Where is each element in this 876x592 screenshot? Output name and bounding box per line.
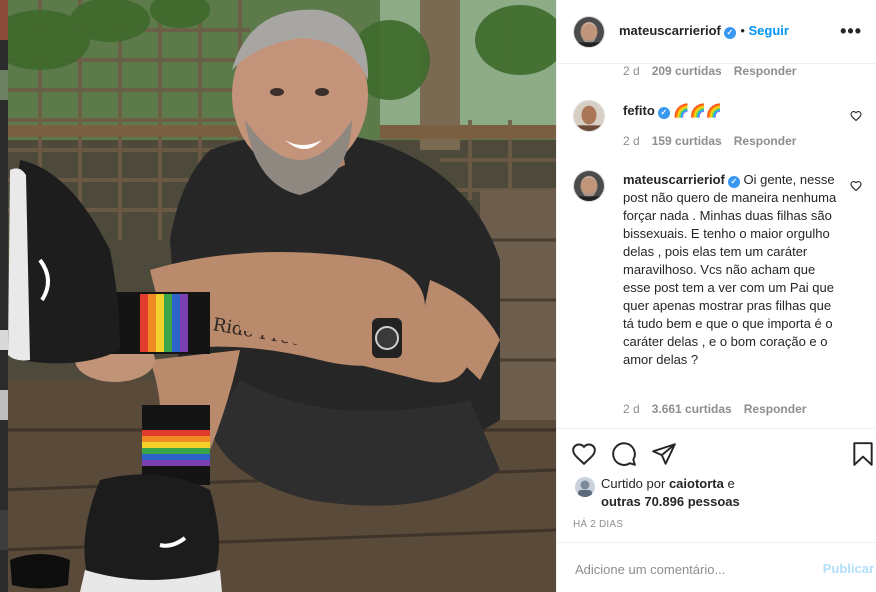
comment-body: fefito ✓ 🌈🌈🌈 — [623, 102, 853, 120]
post-timestamp[interactable]: HÁ 2 DIAS — [573, 519, 623, 530]
verified-badge-icon: ✓ — [657, 107, 670, 119]
likes-mid: e — [727, 476, 735, 491]
comment-input[interactable] — [573, 557, 797, 581]
comment-body: mateuscarrieriof ✓ Oi gente, nesse post n… — [623, 171, 837, 369]
reply-button[interactable]: Responder — [744, 402, 807, 416]
comment-icon[interactable] — [611, 441, 637, 467]
follow-button[interactable]: Seguir — [749, 23, 789, 38]
comments-list[interactable]: 2 d 209 curtidas Responder fefito ✓ 🌈🌈🌈 2… — [557, 64, 876, 428]
header-separator: • — [740, 23, 749, 38]
more-options-icon[interactable]: ••• — [840, 22, 862, 40]
commenter-avatar-image — [574, 171, 604, 201]
comment-likes[interactable]: 159 curtidas — [652, 134, 722, 148]
commenter-avatar-image — [574, 101, 604, 131]
comment-like-icon[interactable] — [850, 110, 862, 122]
verified-badge-icon: ✓ — [723, 27, 736, 39]
liker-avatar[interactable] — [575, 477, 595, 497]
post-photo[interactable]: Ride Free — [0, 0, 556, 592]
comment-time[interactable]: 2 d — [623, 134, 640, 148]
share-icon[interactable] — [651, 441, 677, 467]
comment-meta: 2 d 159 curtidas Responder — [623, 134, 796, 148]
comment-time[interactable]: 2 d — [623, 64, 640, 78]
commenter-avatar[interactable] — [573, 170, 605, 202]
comment-likes[interactable]: 209 curtidas — [652, 64, 722, 78]
commenter-avatar[interactable] — [573, 100, 605, 132]
like-icon[interactable] — [571, 441, 597, 467]
comment-time[interactable]: 2 d — [623, 402, 640, 416]
add-comment-bar: Publicar — [557, 542, 876, 592]
post-image: Ride Free — [0, 0, 556, 592]
comment-text: Oi gente, nesse post não quero de maneir… — [623, 172, 837, 367]
liker-avatar-image — [575, 477, 595, 497]
reply-button[interactable]: Responder — [734, 64, 797, 78]
header-text: mateuscarrieriof ✓ • Seguir — [619, 22, 789, 40]
author-username[interactable]: mateuscarrieriof — [619, 23, 721, 38]
likes-prefix: Curtido por — [601, 476, 666, 491]
liker-username[interactable]: caiotorta — [669, 476, 724, 491]
save-icon[interactable] — [850, 441, 876, 467]
post-actions: Curtido por caiotorta e outras 70.896 pe… — [557, 428, 876, 542]
author-avatar-image — [574, 17, 604, 47]
author-avatar[interactable] — [573, 16, 605, 48]
likes-others-link[interactable]: outras 70.896 pessoas — [601, 494, 740, 509]
comment-text: 🌈🌈🌈 — [673, 103, 722, 118]
comment-like-icon[interactable] — [850, 180, 862, 192]
commenter-username[interactable]: fefito — [623, 103, 655, 118]
post-header: mateuscarrieriof ✓ • Seguir ••• — [557, 0, 876, 64]
publish-button[interactable]: Publicar — [823, 561, 874, 576]
comment-meta: 2 d 3.661 curtidas Responder — [623, 402, 806, 416]
reply-button[interactable]: Responder — [734, 134, 797, 148]
post-details-panel: mateuscarrieriof ✓ • Seguir ••• 2 d 209 c… — [556, 0, 876, 592]
commenter-username[interactable]: mateuscarrieriof — [623, 172, 725, 187]
comment-meta: 2 d 209 curtidas Responder — [623, 64, 796, 78]
likes-summary: Curtido por caiotorta e outras 70.896 pe… — [601, 475, 861, 511]
verified-badge-icon: ✓ — [727, 176, 740, 188]
comment-likes[interactable]: 3.661 curtidas — [652, 402, 732, 416]
photo-left-edge — [0, 0, 8, 592]
